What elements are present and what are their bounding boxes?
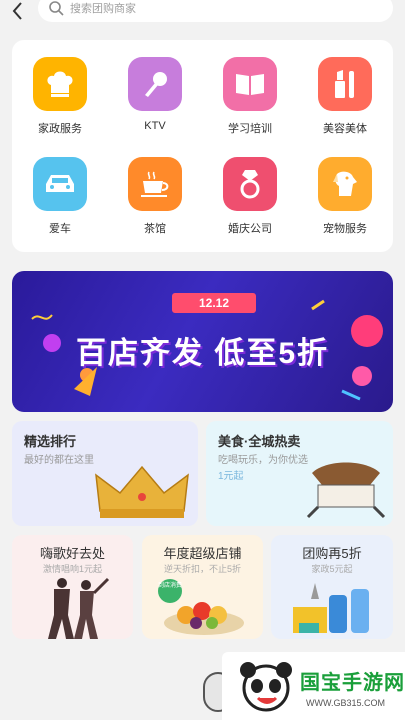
search-icon — [49, 1, 64, 16]
microphone-icon — [128, 57, 182, 111]
category-ktv[interactable]: KTV — [110, 57, 200, 132]
category-car[interactable]: 爱车 — [15, 157, 105, 236]
chef-hat-icon — [33, 57, 87, 111]
category-label: 美容美体 — [323, 123, 367, 135]
dog-icon — [318, 157, 372, 211]
promo-subtitle: 最好的都在这里 — [24, 455, 94, 466]
promo-title: 团购再5折 — [302, 546, 362, 561]
singers-image — [48, 577, 110, 639]
ring-icon — [223, 157, 277, 211]
grilled-food-image — [306, 462, 386, 519]
fruit-image — [164, 602, 244, 635]
category-label: 学习培训 — [228, 123, 272, 135]
category-grid: 家政服务 KTV 学习培训 美容美体 爱车 茶馆 婚庆公司 宠物服务 — [12, 40, 393, 252]
watermark: 国宝手游网 WWW.GB315.COM — [222, 652, 405, 720]
promo-food[interactable]: 美食·全城热卖 吃喝玩乐，为你优选 1元起 — [206, 421, 393, 526]
category-label: KTV — [144, 120, 166, 132]
category-home-service[interactable]: 家政服务 — [15, 57, 105, 136]
watermark-name: 国宝手游网 — [300, 672, 405, 694]
promo-ktv[interactable]: 嗨歌好去处 激情唱响1元起 — [12, 535, 133, 639]
promo-super-store[interactable]: 年度超级店铺 逆天折扣，不止5折 到店消费 — [142, 535, 263, 639]
promo-price: 1元起 — [218, 471, 244, 482]
promo-subtitle: 吃喝玩乐，为你优选 — [218, 455, 308, 466]
search-placeholder: 搜索团购商家 — [70, 3, 136, 15]
search-input[interactable]: 搜索团购商家 — [38, 0, 393, 22]
banner-tag: 12.12 — [172, 293, 256, 313]
promo-title: 年度超级店铺 — [163, 546, 242, 561]
promo-subtitle: 激情唱响1元起 — [42, 564, 102, 574]
promo-banner[interactable]: 12.12 百店齐发 低至5折 — [12, 271, 393, 412]
promo-subtitle: 家政5元起 — [311, 564, 353, 574]
promo-title: 精选排行 — [24, 434, 77, 449]
category-teahouse[interactable]: 茶馆 — [110, 157, 200, 236]
lipstick-icon — [318, 57, 372, 111]
promo-ranking[interactable]: 精选排行 最好的都在这里 — [12, 421, 198, 526]
cleaning-supplies-image — [293, 583, 369, 633]
category-label: 茶馆 — [144, 223, 166, 235]
promo-title: 美食·全城热卖 — [218, 434, 301, 449]
chevron-left-icon — [12, 2, 22, 20]
top-bar: 搜索团购商家 — [0, 0, 405, 22]
banner-title: 百店齐发 低至5折 — [75, 337, 330, 370]
category-beauty[interactable]: 美容美体 — [300, 57, 390, 136]
panda-logo-icon — [240, 662, 292, 712]
category-label: 婚庆公司 — [228, 223, 272, 235]
promo-subtitle: 逆天折扣，不止5折 — [163, 564, 241, 574]
promo-title: 嗨歌好去处 — [39, 546, 105, 561]
crown-icon — [95, 465, 189, 518]
tea-cup-icon — [128, 157, 182, 211]
category-label: 家政服务 — [38, 123, 82, 135]
category-label: 爱车 — [49, 223, 71, 235]
category-wedding[interactable]: 婚庆公司 — [205, 157, 295, 236]
watermark-url: WWW.GB315.COM — [306, 698, 386, 708]
category-pet[interactable]: 宠物服务 — [300, 157, 390, 236]
back-button[interactable] — [12, 0, 32, 22]
car-icon — [33, 157, 87, 211]
book-icon — [223, 57, 277, 111]
promo-group-buy[interactable]: 团购再5折 家政5元起 — [271, 535, 393, 639]
category-label: 宠物服务 — [323, 223, 367, 235]
category-education[interactable]: 学习培训 — [205, 57, 295, 136]
